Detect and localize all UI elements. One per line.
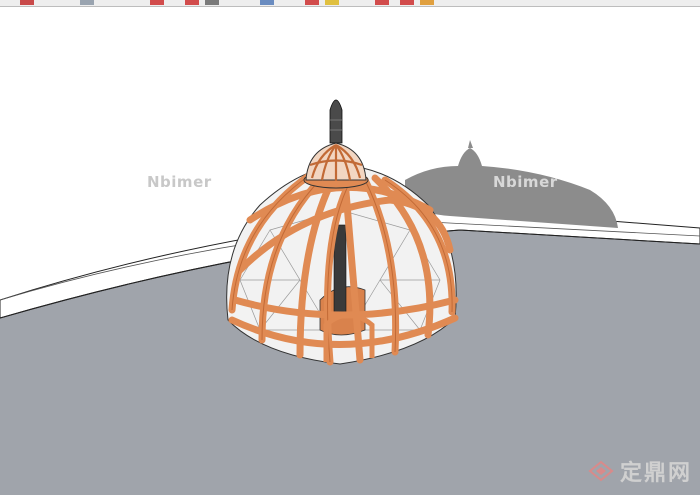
watermark-right: Nbimer: [493, 173, 558, 191]
orbit-tool-icon[interactable]: [400, 0, 414, 5]
brand-text: 定鼎网: [619, 461, 692, 486]
toolbar: [0, 0, 700, 7]
rotate-tool-icon[interactable]: [205, 0, 219, 5]
model-viewport[interactable]: Nbimer Nbimer 定鼎网: [0, 7, 700, 495]
brand-logo: 定鼎网: [588, 455, 692, 487]
move-tool-icon[interactable]: [185, 0, 199, 5]
scene-canvas: [0, 99, 700, 495]
offset-tool-icon[interactable]: [325, 0, 339, 5]
spire: [329, 99, 343, 144]
select-tool-icon[interactable]: [20, 0, 34, 5]
zoom-tool-icon[interactable]: [420, 0, 434, 5]
watermark-left: Nbimer: [147, 173, 212, 191]
pushpull-tool-icon[interactable]: [305, 0, 319, 5]
tape-tool-icon[interactable]: [375, 0, 389, 5]
brand-icon: [588, 460, 614, 482]
paint-tool-icon[interactable]: [150, 0, 164, 5]
eraser-tool-icon[interactable]: [80, 0, 94, 5]
scale-tool-icon[interactable]: [260, 0, 274, 5]
